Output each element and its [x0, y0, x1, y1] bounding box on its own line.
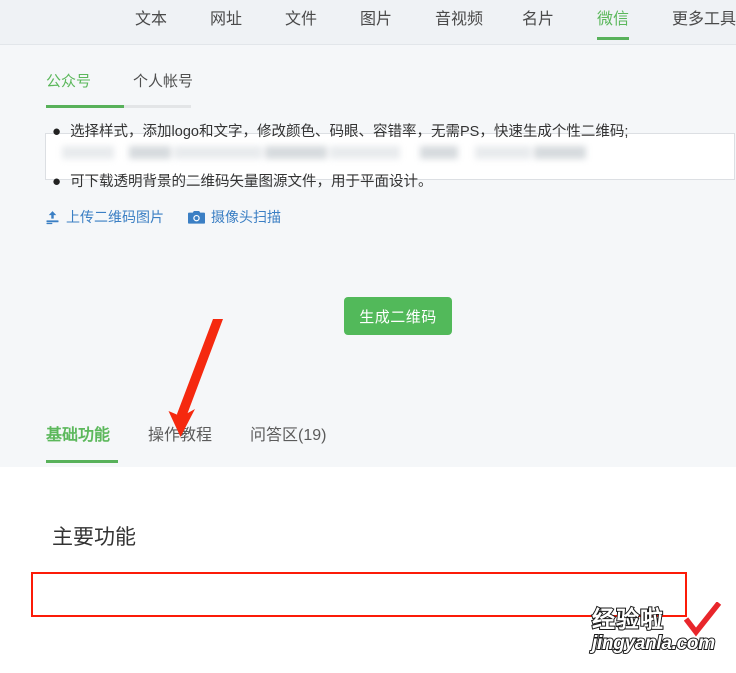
tab-official-account[interactable]: 公众号	[46, 72, 91, 105]
feature-bullet-1: ● 选择样式，添加logo和文字，修改颜色、码眼、容错率，无需PS，快速生成个性…	[52, 120, 628, 141]
top-nav-item-url[interactable]: 网址	[210, 0, 242, 44]
input-action-links: 上传二维码图片 摄像头扫描	[45, 207, 281, 227]
upload-qr-image-link[interactable]: 上传二维码图片	[45, 207, 164, 227]
features-content-panel: 主要功能	[0, 467, 736, 673]
upload-qr-image-label: 上传二维码图片	[66, 209, 164, 225]
top-nav-item-media[interactable]: 音视频	[435, 0, 483, 44]
upper-panel	[0, 45, 736, 467]
camera-scan-link[interactable]: 摄像头扫描	[188, 207, 281, 227]
top-navigation-bar: 文本 网址 文件 图片 音视频 名片 微信 更多工具	[0, 0, 736, 45]
bullet-marker: ●	[52, 173, 62, 190]
camera-icon	[188, 210, 205, 225]
info-tabs-active-indicator	[46, 460, 118, 463]
top-nav-item-card[interactable]: 名片	[522, 0, 554, 44]
section-title: 主要功能	[52, 526, 136, 549]
top-nav-item-more-tools[interactable]: 更多工具	[672, 0, 736, 44]
upload-icon	[45, 210, 60, 225]
camera-scan-label: 摄像头扫描	[211, 209, 281, 225]
top-nav-item-text[interactable]: 文本	[135, 0, 167, 44]
generate-qr-button[interactable]: 生成二维码	[344, 297, 452, 335]
info-section-tabs: 基础功能 操作教程 问答区(19)	[46, 425, 327, 447]
top-nav-item-wechat[interactable]: 微信	[597, 0, 630, 44]
tab-basic-features[interactable]: 基础功能	[46, 425, 110, 447]
account-type-tabs: 公众号 个人帐号	[46, 72, 193, 105]
tab-qa[interactable]: 问答区(19)	[250, 425, 326, 447]
tab-personal-account[interactable]: 个人帐号	[133, 72, 193, 105]
bullet-marker: ●	[52, 123, 62, 140]
feature-bullet-1-text: 选择样式，添加logo和文字，修改颜色、码眼、容错率，无需PS，快速生成个性二维…	[70, 124, 629, 140]
redacted-input-value	[62, 146, 586, 159]
tab-tutorial[interactable]: 操作教程	[148, 425, 212, 447]
feature-bullet-2: ● 可下载透明背景的二维码矢量图源文件，用于平面设计。	[52, 170, 433, 191]
account-tabs-active-indicator	[46, 105, 124, 108]
top-nav-item-file[interactable]: 文件	[285, 0, 317, 44]
top-nav-item-image[interactable]: 图片	[360, 0, 392, 44]
feature-bullet-2-text: 可下载透明背景的二维码矢量图源文件，用于平面设计。	[70, 174, 433, 190]
